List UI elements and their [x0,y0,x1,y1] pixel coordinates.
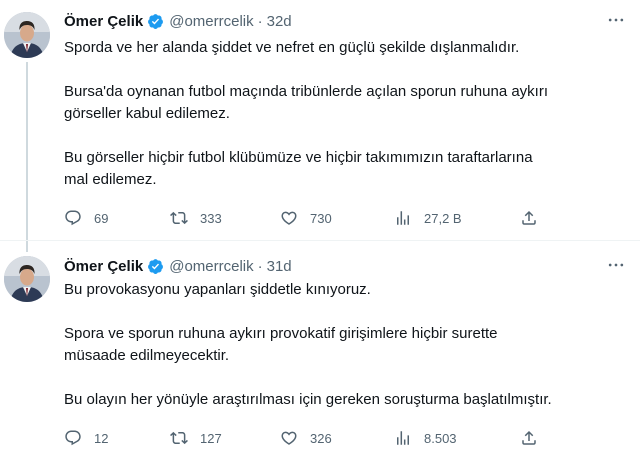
reply-icon [65,210,81,226]
tweet-paragraph: Sporda ve her alanda şiddet ve nefret en… [64,39,520,56]
author-name[interactable]: Ömer Çelik [64,13,143,30]
reply-button[interactable]: 69 [64,206,108,230]
tweet-header: Ömer Çelik @omerrcelik · 31d [64,256,292,276]
views-button[interactable]: 27,2 B [394,206,462,230]
tweet-actions: 69 333 730 27,2 B [64,206,554,230]
verified-badge-icon [147,258,164,275]
retweet-icon [170,211,188,225]
share-icon [522,210,536,225]
tweet-divider [0,240,640,241]
tweet-actions: 12 127 326 8.503 [64,426,554,450]
like-button[interactable]: 326 [280,426,332,450]
tweet-text: Bu provokasyonu yapanları şiddetle kınıy… [64,279,624,411]
tweet-text: Sporda ve her alanda şiddet ve nefret en… [64,37,624,191]
like-count: 326 [310,430,332,446]
more-icon[interactable] [604,10,628,30]
views-icon [397,431,409,445]
retweet-button[interactable]: 333 [170,206,222,230]
avatar-portrait-icon [4,12,50,58]
reply-icon [65,430,81,446]
separator-dot: · [257,12,263,30]
tweet-paragraph: Bursa'da oynanan futbol maçında tribünle… [64,83,548,122]
like-button[interactable]: 730 [280,206,332,230]
verified-badge-icon [147,13,164,30]
separator-dot: · [257,257,263,275]
avatar-portrait-icon [4,256,50,302]
share-icon [522,430,536,445]
author-name[interactable]: Ömer Çelik [64,258,143,275]
author-handle[interactable]: @omerrcelik [169,258,253,275]
tweet-paragraph: Spora ve sporun ruhuna aykırı provokatif… [64,325,498,364]
views-count: 27,2 B [424,210,462,226]
author-handle[interactable]: @omerrcelik [169,13,253,30]
heart-icon [281,431,297,445]
thread-connector-line [26,62,28,252]
avatar[interactable] [4,12,50,58]
views-icon [397,211,409,225]
retweet-count: 333 [200,210,222,226]
views-count: 8.503 [424,430,457,446]
reply-count: 69 [94,210,109,226]
tweet-header: Ömer Çelik @omerrcelik · 32d [64,11,292,31]
share-button[interactable] [520,206,538,230]
retweet-button[interactable]: 127 [170,426,222,450]
tweet[interactable]: Ömer Çelik @omerrcelik · 32d Sporda ve h… [0,0,640,252]
more-icon[interactable] [604,255,628,275]
tweet-timestamp[interactable]: 32d [267,13,292,30]
share-button[interactable] [520,426,538,450]
tweet-timestamp[interactable]: 31d [267,258,292,275]
reply-button[interactable]: 12 [64,426,108,450]
tweet-paragraph: Bu provokasyonu yapanları şiddetle kınıy… [64,281,371,298]
avatar[interactable] [4,256,50,302]
reply-count: 12 [94,430,109,446]
like-count: 730 [310,210,332,226]
heart-icon [281,211,297,225]
tweet-paragraph: Bu görseller hiçbir futbol klübümüze ve … [64,149,533,188]
retweet-icon [170,431,188,445]
views-button[interactable]: 8.503 [394,426,457,450]
tweet-paragraph: Bu olayın her yönüyle araştırılması için… [64,391,552,408]
tweet[interactable]: Ömer Çelik @omerrcelik · 31d Bu provokas… [0,242,640,461]
retweet-count: 127 [200,430,222,446]
